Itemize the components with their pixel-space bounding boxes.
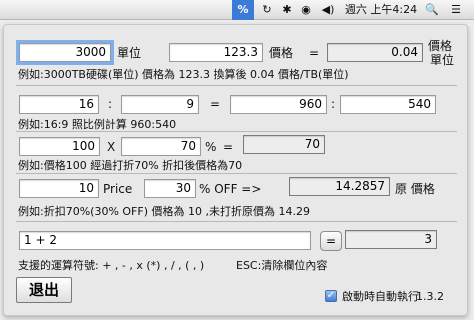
bluetooth-icon[interactable]: ✱ bbox=[280, 0, 294, 20]
calculator-panel: 3000 單位 123.3 價格 = 0.04 價格 單位 例如:3000TB硬… bbox=[3, 24, 468, 316]
original-price-label: 原 價格 bbox=[395, 182, 435, 196]
evaluate-button[interactable]: = bbox=[320, 231, 342, 251]
separator bbox=[16, 85, 457, 86]
original-price-example: 例如:折扣70%(30% OFF) 價格為 10 ,未打折原價為 14.29 bbox=[18, 205, 310, 218]
separator bbox=[16, 173, 457, 174]
unit-price-example: 例如:3000TB硬碟(單位) 價格為 123.3 換算後 0.04 價格/TB… bbox=[18, 68, 349, 81]
time-machine-icon[interactable]: ↻ bbox=[258, 0, 276, 20]
price-input[interactable]: 123.3 bbox=[169, 43, 263, 62]
off-label: % OFF => bbox=[199, 182, 262, 196]
operators-hint: 支援的運算符號: + , - , x (*) , / , ( , ) bbox=[18, 259, 205, 272]
discount-price-input[interactable]: 100 bbox=[19, 137, 100, 156]
notification-center-icon[interactable]: ☰ bbox=[447, 0, 465, 20]
price-label: Price bbox=[103, 182, 133, 196]
percent-calc-icon[interactable]: % bbox=[232, 0, 254, 20]
ratio-d-result[interactable]: 540 bbox=[340, 95, 436, 114]
times-sign: X bbox=[107, 140, 116, 154]
screen: % ↻ ✱ ◉ ◀) 週六 上午4:24 🔍 ☰ 3000 單位 123.3 價… bbox=[0, 0, 474, 320]
result-label-price: 價格 bbox=[428, 39, 453, 53]
colon-sign: : bbox=[108, 97, 113, 111]
sale-price-input[interactable]: 10 bbox=[19, 179, 99, 198]
unit-label: 單位 bbox=[117, 46, 142, 60]
discount-example: 例如:價格100 經過打折70% 折扣後價格為70 bbox=[18, 159, 243, 172]
esc-hint: ESC:清除欄位內容 bbox=[236, 259, 328, 272]
quit-button[interactable]: 退出 bbox=[16, 277, 72, 303]
discount-percent-input[interactable]: 70 bbox=[121, 137, 201, 156]
equals-sign: = bbox=[309, 46, 320, 60]
wifi-icon[interactable]: ◉ bbox=[298, 0, 314, 20]
version-label: 1.3.2 bbox=[416, 290, 444, 303]
equals-sign: = bbox=[210, 97, 221, 111]
launch-at-login-checkbox[interactable]: ✓ bbox=[325, 290, 337, 302]
separator bbox=[16, 131, 457, 132]
storage-amount-input[interactable]: 3000 bbox=[16, 40, 114, 65]
spotlight-search-icon[interactable]: 🔍 bbox=[423, 0, 441, 20]
equals-sign: = bbox=[223, 140, 234, 154]
percent-sign: % bbox=[205, 140, 217, 154]
price-label: 價格 bbox=[269, 46, 294, 60]
checkmark-icon: ✓ bbox=[326, 290, 336, 301]
unit-price-result: 0.04 bbox=[327, 43, 423, 62]
ratio-c-input[interactable]: 960 bbox=[230, 95, 327, 114]
ratio-a-input[interactable]: 16 bbox=[19, 95, 99, 114]
volume-icon[interactable]: ◀) bbox=[318, 0, 338, 20]
result-label-unit: 單位 bbox=[430, 53, 455, 67]
discount-result: 70 bbox=[243, 135, 325, 154]
separator bbox=[16, 221, 457, 222]
ratio-b-input[interactable]: 9 bbox=[121, 95, 199, 114]
original-price-result: 14.2857 bbox=[289, 177, 390, 196]
expression-input[interactable]: 1 + 2 bbox=[19, 231, 311, 250]
date-time[interactable]: 週六 上午4:24 bbox=[341, 0, 421, 20]
colon-sign: : bbox=[331, 97, 336, 111]
launch-at-login-label[interactable]: 啟動時自動執行 bbox=[342, 289, 419, 305]
off-percent-input[interactable]: 30 bbox=[144, 179, 196, 198]
menu-bar: % ↻ ✱ ◉ ◀) 週六 上午4:24 🔍 ☰ bbox=[0, 0, 474, 20]
expression-result: 3 bbox=[345, 230, 437, 249]
